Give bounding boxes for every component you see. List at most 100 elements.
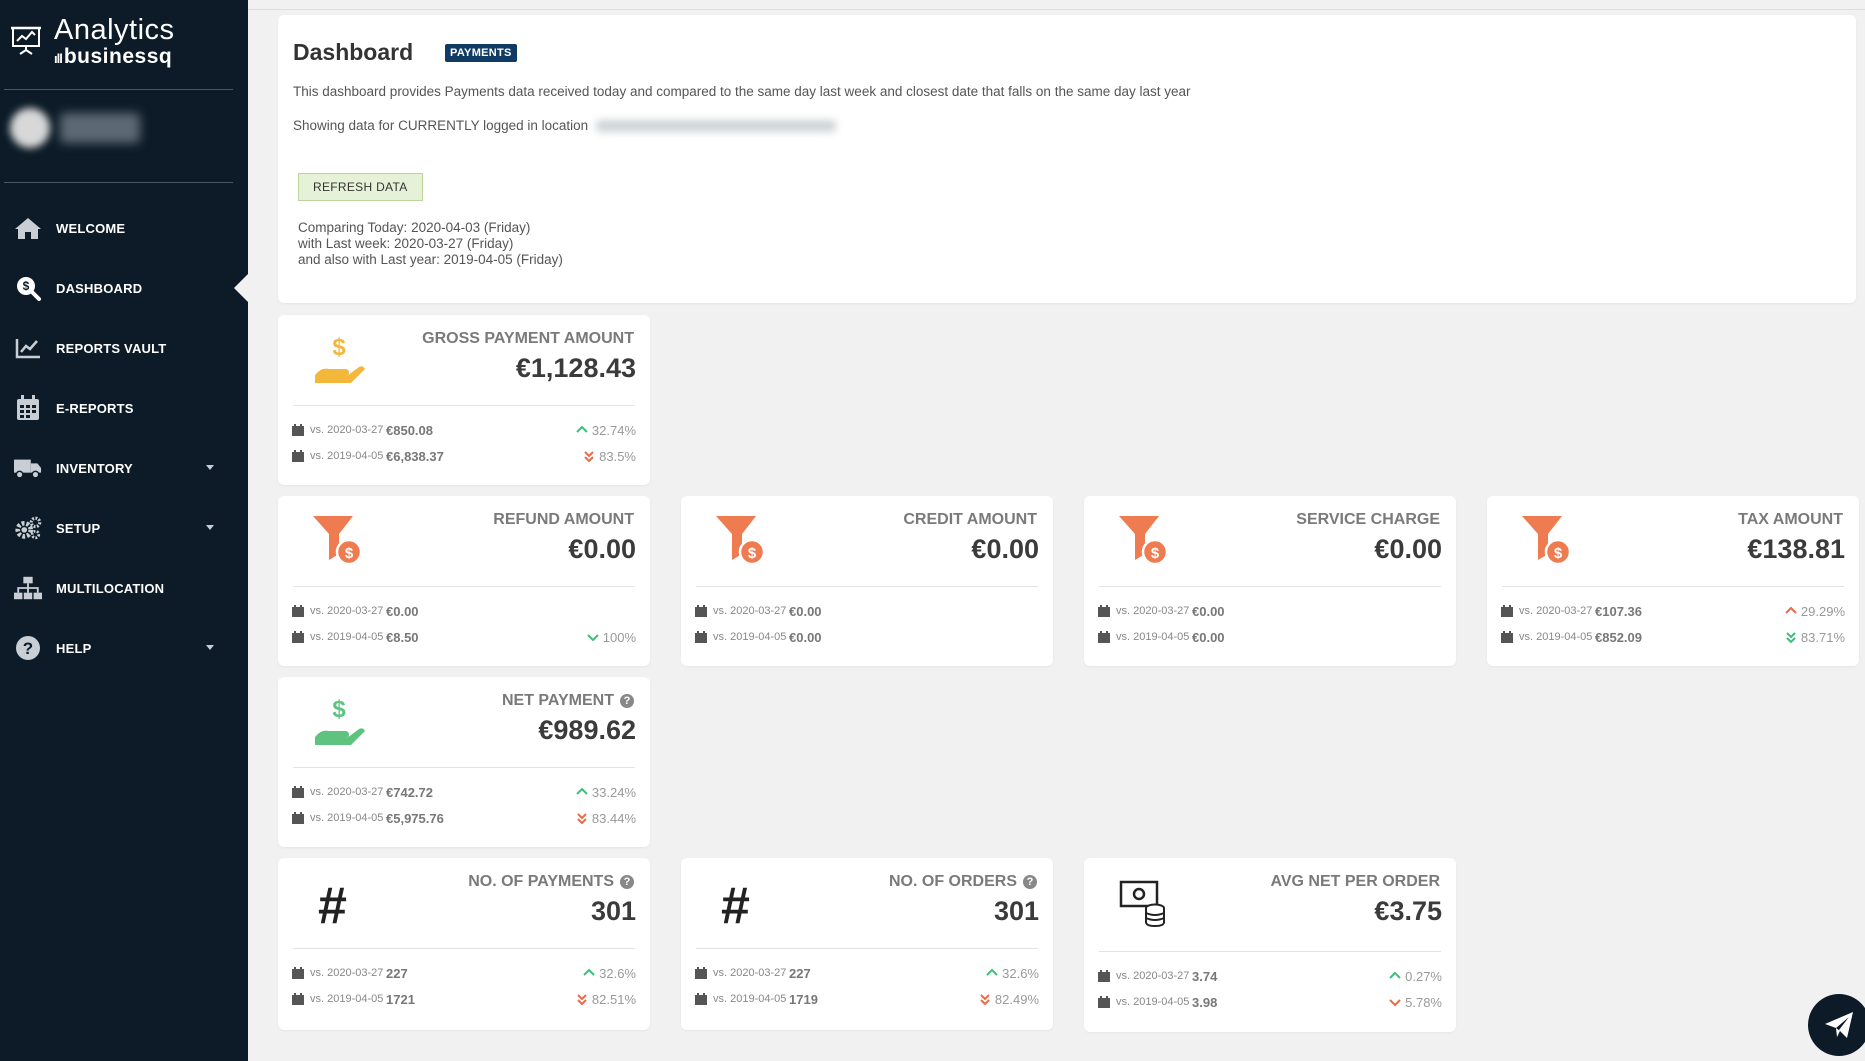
comparison-date: vs. 2020-03-27	[310, 786, 384, 798]
divider	[293, 948, 635, 949]
sidebar-item-label: WELCOME	[56, 220, 126, 236]
sidebar-item-help[interactable]: ? HELP	[0, 618, 248, 678]
compare-last-week: with Last week: 2020-03-27 (Friday)	[298, 236, 514, 251]
comparison-amount: €850.08	[386, 422, 433, 438]
chart-line-icon	[14, 334, 42, 362]
comparison-date: vs. 2019-04-05	[713, 631, 787, 643]
comparison-row: vs. 2020-03-27 €0.00	[292, 602, 636, 620]
divider	[1099, 951, 1441, 952]
arrow-up-icon	[1785, 606, 1797, 614]
metric-value: €0.00	[971, 534, 1039, 564]
comparison-amount: €742.72	[386, 784, 433, 800]
comparison-amount: 227	[789, 965, 811, 981]
sitemap-icon	[14, 574, 42, 602]
comparison-amount: €6,838.37	[386, 448, 444, 464]
send-message-button[interactable]	[1808, 994, 1865, 1056]
comparison-date: vs. 2020-03-27	[713, 967, 787, 979]
comparison-amount: €5,975.76	[386, 810, 444, 826]
metric-card-no-of-orders: # NO. OF ORDERS? 301 vs. 2020-03-27 227 32.6%…	[681, 858, 1053, 1030]
change-percent-value: 82.51%	[591, 991, 636, 1007]
metric-title: NO. OF PAYMENTS?	[468, 873, 634, 891]
refresh-data-button[interactable]: REFRESH DATA	[298, 173, 423, 201]
hash-icon: #	[318, 877, 347, 935]
brand-title: Analytics	[54, 14, 175, 46]
comparison-amount: 1719	[789, 991, 818, 1007]
calendar-icon	[695, 605, 707, 617]
comparison-date: vs. 2020-03-27	[1116, 970, 1190, 982]
metric-card-credit-amount: $ CREDIT AMOUNT €0.00 vs. 2020-03-27 €0.00 vs…	[681, 496, 1053, 666]
location-label: Showing data for CURRENTLY logged in loc…	[293, 118, 589, 133]
change-percent-value: 82.49%	[994, 991, 1039, 1007]
sidebar-item-label: SETUP	[56, 520, 101, 536]
arrow-up-icon	[986, 968, 998, 976]
metric-title-text: CREDIT AMOUNT	[903, 511, 1037, 528]
help-icon[interactable]: ?	[620, 694, 634, 708]
comparison-amount: €852.09	[1595, 629, 1642, 645]
calendar-icon	[292, 993, 304, 1005]
sidebar-nav: WELCOME $ DASHBOARD REPORTS VAULT E-REPO…	[0, 198, 248, 678]
sidebar-item-reports-vault[interactable]: REPORTS VAULT	[0, 318, 248, 378]
help-icon[interactable]: ?	[1023, 875, 1037, 889]
metric-title-text: AVG NET PER ORDER	[1270, 873, 1441, 890]
comparison-row: vs. 2019-04-05 €5,975.76 83.44%	[292, 809, 636, 827]
presentation-board-icon	[11, 26, 41, 55]
comparison-amount: 3.74	[1192, 968, 1218, 984]
comparison-amount: €107.36	[1595, 603, 1642, 619]
change-percent: 100%	[587, 630, 636, 645]
funnel-dollar-icon: $	[311, 514, 367, 570]
change-percent-value: 0.27%	[1405, 968, 1442, 984]
comparison-row: vs. 2019-04-05 1719 82.49%	[695, 990, 1039, 1008]
comparison-date: vs. 2019-04-05	[310, 993, 384, 1005]
location-line: Showing data for CURRENTLY logged in loc…	[293, 118, 837, 133]
brand-logo[interactable]: Analytics ıllbusinessq	[10, 14, 175, 70]
sidebar-item-dashboard[interactable]: $ DASHBOARD	[0, 258, 248, 318]
comparison-amount: €0.00	[789, 603, 822, 619]
comparison-row: vs. 2019-04-05 1721 82.51%	[292, 990, 636, 1008]
hand-dollar-icon: $	[311, 695, 367, 751]
sidebar-item-welcome[interactable]: WELCOME	[0, 198, 248, 258]
change-percent: 83.5%	[583, 449, 636, 464]
arrow-down-icon	[587, 634, 599, 642]
comparison-amount: €0.00	[386, 603, 419, 619]
change-percent: 82.49%	[979, 992, 1039, 1007]
metric-title-text: SERVICE CHARGE	[1296, 511, 1440, 528]
sidebar-item-inventory[interactable]: INVENTORY	[0, 438, 248, 498]
calendar-icon	[1098, 605, 1110, 617]
comparison-date: vs. 2019-04-05	[310, 450, 384, 462]
dashboard-description: This dashboard provides Payments data re…	[293, 84, 1191, 99]
comparison-date: vs. 2020-03-27	[1519, 605, 1593, 617]
payments-badge: PAYMENTS	[445, 44, 517, 62]
sidebar-item-label: MULTILOCATION	[56, 580, 165, 596]
sidebar-item-multilocation[interactable]: MULTILOCATION	[0, 558, 248, 618]
help-icon[interactable]: ?	[620, 875, 634, 889]
calendar-icon	[292, 450, 304, 462]
metric-value: €138.81	[1747, 534, 1845, 564]
divider	[293, 405, 635, 406]
user-profile[interactable]	[10, 108, 140, 148]
comparison-date: vs. 2020-03-27	[310, 967, 384, 979]
metric-title: NO. OF ORDERS?	[889, 873, 1037, 891]
divider	[4, 182, 233, 183]
comparison-row: vs. 2020-03-27 €0.00	[695, 602, 1039, 620]
comparison-row: vs. 2019-04-05 €8.50 100%	[292, 628, 636, 646]
metric-title: GROSS PAYMENT AMOUNT	[422, 330, 634, 348]
change-percent-value: 33.24%	[591, 784, 636, 800]
sidebar-item-e-reports[interactable]: E-REPORTS	[0, 378, 248, 438]
double-arrow-down-icon	[584, 451, 594, 462]
double-arrow-down-icon	[1786, 632, 1796, 643]
change-percent: 0.27%	[1389, 969, 1442, 984]
change-percent: 82.51%	[576, 992, 636, 1007]
dashboard-header-panel: Dashboard PAYMENTS This dashboard provid…	[278, 15, 1856, 303]
metric-title: SERVICE CHARGE	[1296, 511, 1440, 529]
metric-title-text: NET PAYMENT	[501, 692, 614, 709]
change-percent: 83.44%	[576, 811, 636, 826]
arrow-down-icon	[1389, 999, 1401, 1007]
change-percent: 33.24%	[576, 785, 636, 800]
calendar-icon	[695, 631, 707, 643]
calendar-icon	[292, 812, 304, 824]
sidebar-item-setup[interactable]: SETUP	[0, 498, 248, 558]
avatar	[10, 108, 50, 148]
calendar-icon	[1501, 631, 1513, 643]
change-percent-value: 29.29%	[1800, 603, 1845, 619]
comparison-row: vs. 2020-03-27 227 32.6%	[292, 964, 636, 982]
